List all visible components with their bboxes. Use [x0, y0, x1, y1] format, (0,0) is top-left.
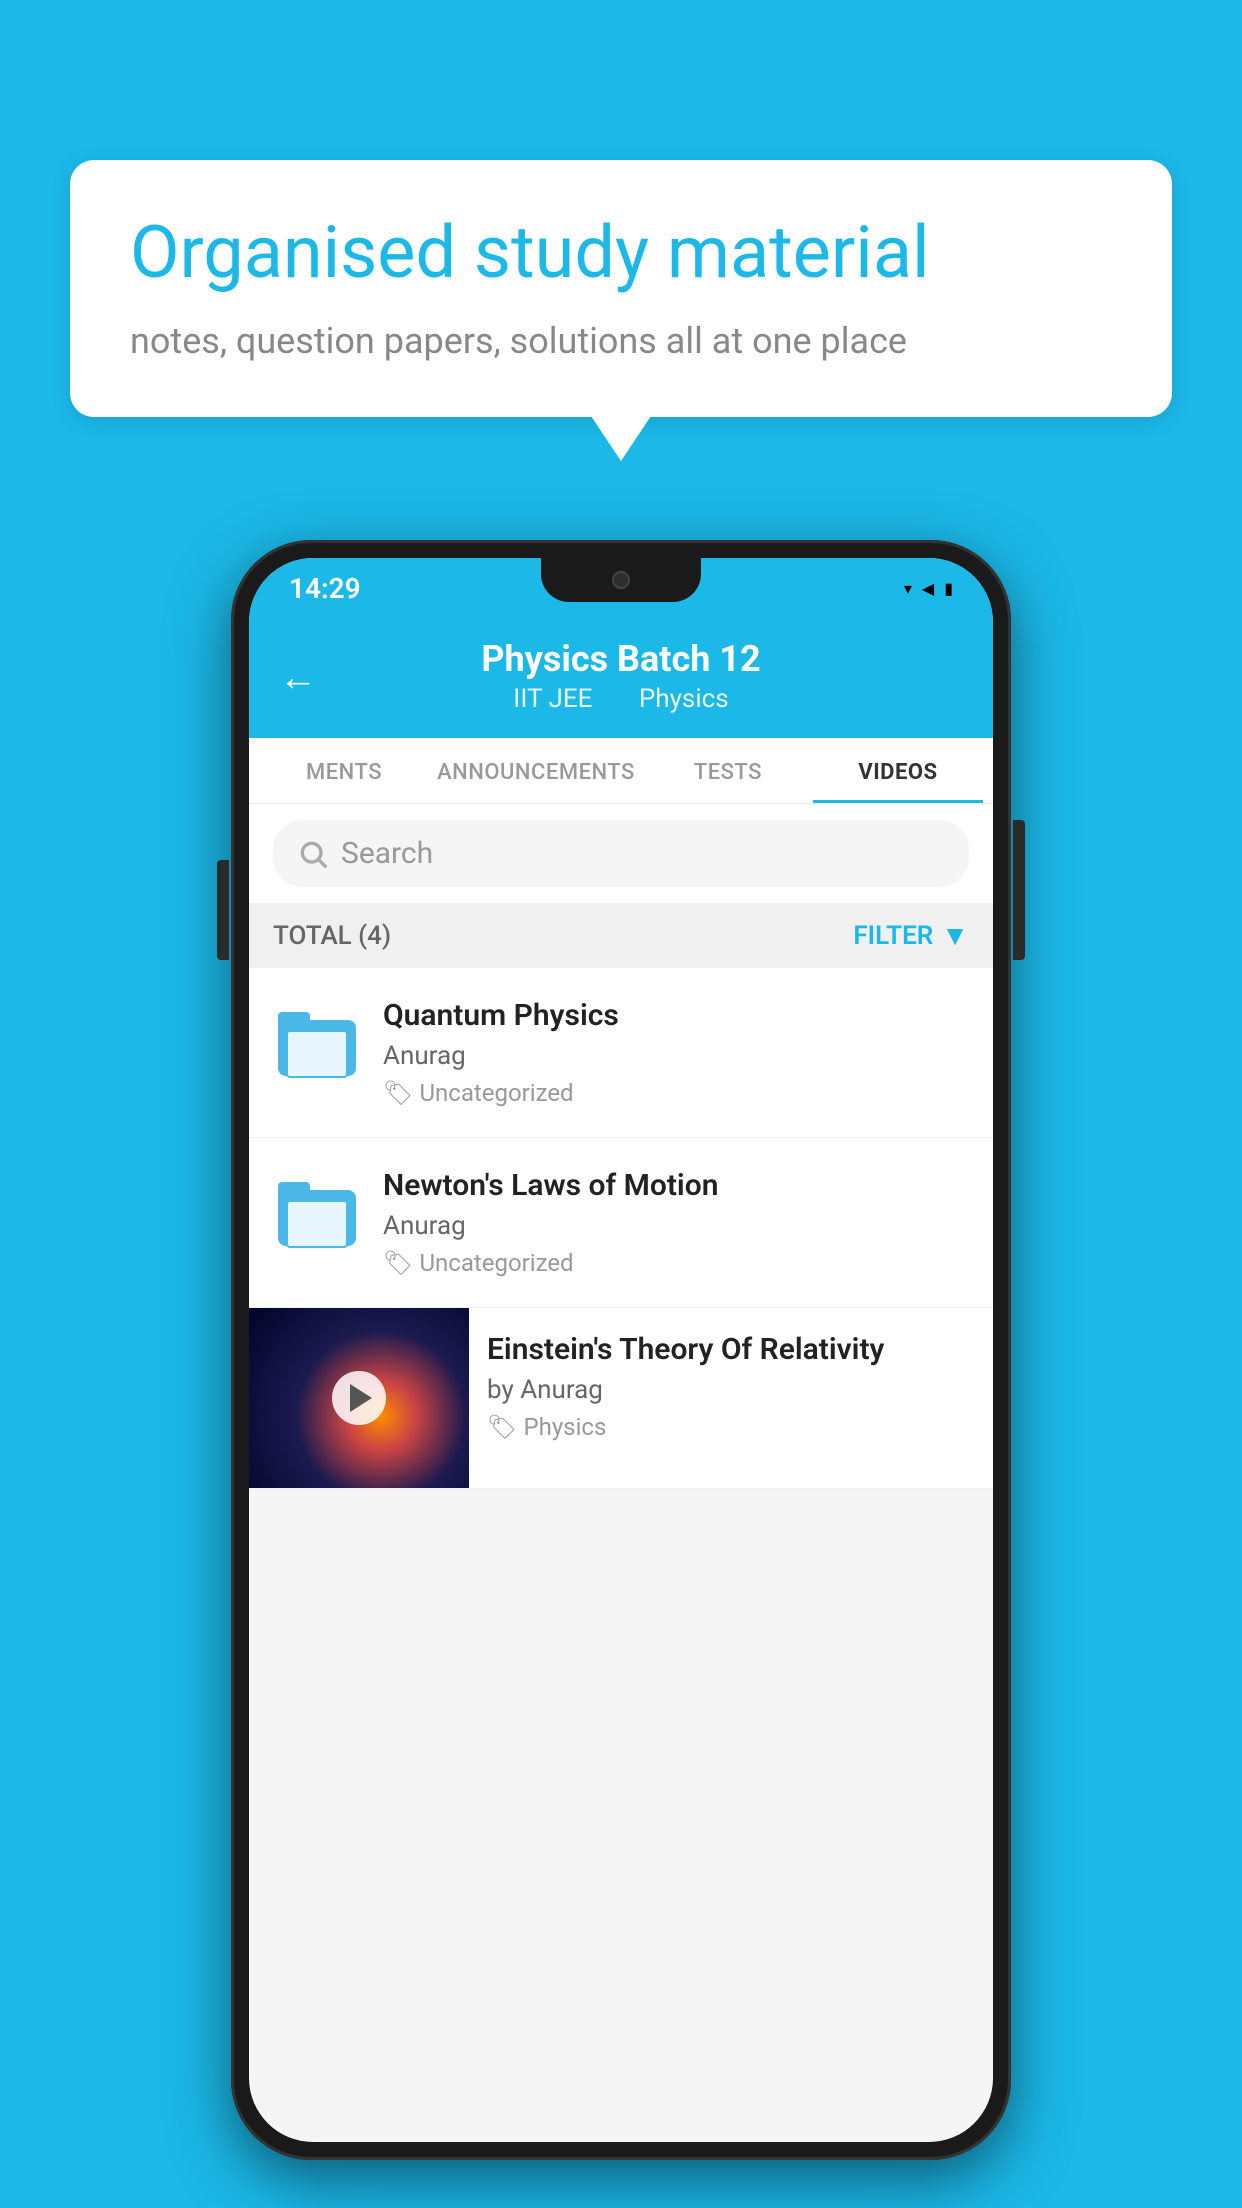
- phone-outer: 14:29 ▾ ◀ ▮ ← Physics Batch 12 IIT JEE P…: [231, 540, 1011, 2160]
- back-button[interactable]: ←: [279, 656, 317, 700]
- filter-bar: TOTAL (4) FILTER ▼: [249, 903, 993, 968]
- status-time: 14:29: [289, 572, 361, 605]
- speech-bubble: Organised study material notes, question…: [70, 160, 1172, 417]
- video-tag-3: 🏷 Physics: [487, 1413, 975, 1441]
- play-button-3[interactable]: [332, 1371, 386, 1425]
- search-box[interactable]: Search: [273, 820, 969, 887]
- front-camera: [612, 571, 630, 589]
- header-title: Physics Batch 12: [279, 638, 963, 680]
- video-tag-2: 🏷 Uncategorized: [383, 1249, 969, 1277]
- video-author-3: by Anurag: [487, 1375, 975, 1405]
- video-title-1: Quantum Physics: [383, 998, 969, 1033]
- video-thumbnail-3: [249, 1308, 469, 1488]
- folder-icon-2: [273, 1168, 363, 1258]
- bubble-title: Organised study material: [130, 210, 1112, 296]
- notch: [541, 558, 701, 602]
- tag-icon-2: 🏷: [383, 1249, 413, 1277]
- tab-tests[interactable]: TESTS: [643, 738, 813, 803]
- tab-ments[interactable]: MENTS: [259, 738, 429, 803]
- search-placeholder: Search: [341, 836, 433, 871]
- video-author-2: Anurag: [383, 1211, 969, 1241]
- video-tag-1: 🏷 Uncategorized: [383, 1079, 969, 1107]
- search-icon: [297, 838, 329, 870]
- status-icons: ▾ ◀ ▮: [904, 579, 953, 598]
- phone-wrapper: 14:29 ▾ ◀ ▮ ← Physics Batch 12 IIT JEE P…: [231, 540, 1011, 2160]
- subtitle-physics: Physics: [639, 684, 729, 714]
- battery-icon: ▮: [944, 579, 953, 598]
- list-item[interactable]: Newton's Laws of Motion Anurag 🏷 Uncateg…: [249, 1138, 993, 1308]
- play-triangle-icon: [350, 1384, 372, 1412]
- folder-icon-1: [273, 998, 363, 1088]
- video-title-3: Einstein's Theory Of Relativity: [487, 1332, 975, 1367]
- phone-screen: 14:29 ▾ ◀ ▮ ← Physics Batch 12 IIT JEE P…: [249, 558, 993, 2142]
- bubble-subtitle: notes, question papers, solutions all at…: [130, 320, 1112, 362]
- video-info-1: Quantum Physics Anurag 🏷 Uncategorized: [383, 998, 969, 1107]
- subtitle-iitjee: IIT JEE: [513, 684, 592, 714]
- tag-icon-3: 🏷: [487, 1413, 517, 1441]
- tab-announcements[interactable]: ANNOUNCEMENTS: [429, 738, 643, 803]
- header-subtitle: IIT JEE Physics: [279, 684, 963, 714]
- total-count: TOTAL (4): [273, 921, 391, 951]
- wifi-icon: ▾: [904, 579, 912, 598]
- filter-icon: ▼: [941, 919, 969, 952]
- list-item[interactable]: Quantum Physics Anurag 🏷 Uncategorized: [249, 968, 993, 1138]
- video-list: Quantum Physics Anurag 🏷 Uncategorized: [249, 968, 993, 1489]
- video-title-2: Newton's Laws of Motion: [383, 1168, 969, 1203]
- filter-button[interactable]: FILTER ▼: [853, 919, 969, 952]
- list-item[interactable]: Einstein's Theory Of Relativity by Anura…: [249, 1308, 993, 1489]
- app-header: ← Physics Batch 12 IIT JEE Physics: [249, 618, 993, 738]
- tag-icon-1: 🏷: [383, 1079, 413, 1107]
- video-info-3: Einstein's Theory Of Relativity by Anura…: [469, 1308, 993, 1465]
- search-container: Search: [249, 804, 993, 903]
- video-info-2: Newton's Laws of Motion Anurag 🏷 Uncateg…: [383, 1168, 969, 1277]
- signal-icon: ◀: [922, 579, 934, 598]
- video-author-1: Anurag: [383, 1041, 969, 1071]
- tab-videos[interactable]: VIDEOS: [813, 738, 983, 803]
- tab-bar: MENTS ANNOUNCEMENTS TESTS VIDEOS: [249, 738, 993, 804]
